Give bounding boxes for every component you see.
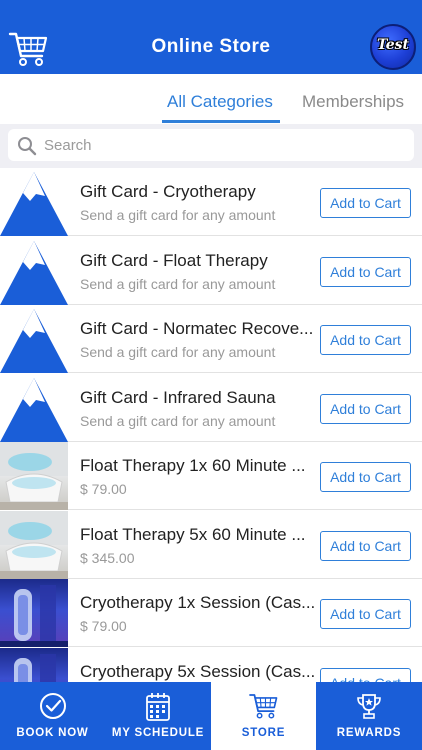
item-name: Float Therapy 5x 60 Minute ... bbox=[80, 525, 306, 544]
search-input[interactable] bbox=[44, 133, 404, 157]
category-tabs: All Categories Memberships bbox=[0, 74, 422, 124]
page-title: Online Store bbox=[151, 36, 271, 57]
check-circle-icon bbox=[39, 693, 66, 719]
item-subtitle: $ 345.00 bbox=[80, 550, 135, 566]
tabbar-store[interactable]: STORE bbox=[211, 682, 316, 750]
list-item[interactable]: Cryotherapy 1x Session (Cas... $ 79.00 A… bbox=[0, 579, 422, 647]
tabbar-label: STORE bbox=[241, 727, 286, 739]
item-name: Cryotherapy 1x Session (Cas... bbox=[80, 593, 316, 612]
product-list: Gift Card - Cryotherapy Send a gift card… bbox=[0, 168, 422, 682]
cart-icon bbox=[248, 694, 277, 719]
mountain-logo-thumb bbox=[0, 305, 68, 373]
add-to-cart-button[interactable]: Add to Cart bbox=[320, 462, 411, 492]
tab-all-categories[interactable]: All Categories bbox=[167, 92, 273, 112]
add-to-cart-button[interactable]: Add to Cart bbox=[320, 668, 411, 682]
item-subtitle: Send a gift card for any amount bbox=[80, 276, 276, 292]
item-name: Gift Card - Infrared Sauna bbox=[80, 388, 276, 407]
avatar-text: Test bbox=[376, 37, 410, 53]
list-item[interactable]: Gift Card - Infrared Sauna Send a gift c… bbox=[0, 374, 422, 442]
mountain-logo-thumb bbox=[0, 237, 68, 305]
trophy-icon bbox=[357, 694, 381, 719]
active-tab-indicator bbox=[162, 120, 280, 123]
calendar-icon bbox=[146, 693, 170, 721]
avatar[interactable]: Test bbox=[370, 24, 416, 70]
item-subtitle: Send a gift card for any amount bbox=[80, 207, 276, 223]
add-to-cart-button[interactable]: Add to Cart bbox=[320, 531, 411, 561]
item-subtitle: Send a gift card for any amount bbox=[80, 344, 276, 360]
list-item[interactable]: Float Therapy 5x 60 Minute ... $ 345.00 … bbox=[0, 511, 422, 579]
float-pod-photo bbox=[0, 511, 68, 579]
bottom-tab-bar: BOOK NOW MY SCHEDULE STORE REWARDS bbox=[0, 682, 422, 750]
item-name: Gift Card - Cryotherapy bbox=[80, 182, 256, 201]
search-icon bbox=[18, 137, 37, 156]
item-subtitle: $ 79.00 bbox=[80, 618, 127, 634]
list-item[interactable]: Gift Card - Float Therapy Send a gift ca… bbox=[0, 237, 422, 305]
tabbar-label: MY SCHEDULE bbox=[111, 727, 205, 739]
item-name: Gift Card - Normatec Recove... bbox=[80, 319, 314, 338]
app-header: Online Store Test bbox=[0, 0, 422, 74]
item-name: Float Therapy 1x 60 Minute ... bbox=[80, 456, 306, 475]
add-to-cart-button[interactable]: Add to Cart bbox=[320, 325, 411, 355]
mountain-logo-thumb bbox=[0, 168, 68, 236]
search-box bbox=[8, 129, 414, 161]
tabbar-my-schedule[interactable]: MY SCHEDULE bbox=[105, 682, 211, 750]
tabbar-rewards[interactable]: REWARDS bbox=[316, 682, 422, 750]
add-to-cart-button[interactable]: Add to Cart bbox=[320, 257, 411, 287]
tab-memberships[interactable]: Memberships bbox=[302, 92, 404, 112]
list-item[interactable]: Cryotherapy 5x Session (Cas... Add to Ca… bbox=[0, 648, 422, 682]
tabbar-label: BOOK NOW bbox=[16, 727, 89, 739]
cryo-chamber-photo bbox=[0, 648, 68, 682]
mountain-logo-thumb bbox=[0, 374, 68, 442]
item-subtitle: Send a gift card for any amount bbox=[80, 413, 276, 429]
add-to-cart-button[interactable]: Add to Cart bbox=[320, 394, 411, 424]
tabbar-label: REWARDS bbox=[336, 727, 402, 739]
search-bar bbox=[0, 124, 422, 168]
add-to-cart-button[interactable]: Add to Cart bbox=[320, 599, 411, 629]
item-name: Gift Card - Float Therapy bbox=[80, 251, 268, 270]
tabbar-book-now[interactable]: BOOK NOW bbox=[0, 682, 105, 750]
list-item[interactable]: Gift Card - Cryotherapy Send a gift card… bbox=[0, 168, 422, 236]
add-to-cart-button[interactable]: Add to Cart bbox=[320, 188, 411, 218]
float-pod-photo bbox=[0, 442, 68, 510]
item-name: Cryotherapy 5x Session (Cas... bbox=[80, 662, 316, 681]
cryo-chamber-photo bbox=[0, 579, 68, 647]
list-item[interactable]: Gift Card - Normatec Recove... Send a gi… bbox=[0, 305, 422, 373]
list-item[interactable]: Float Therapy 1x 60 Minute ... $ 79.00 A… bbox=[0, 442, 422, 510]
item-subtitle: $ 79.00 bbox=[80, 481, 127, 497]
